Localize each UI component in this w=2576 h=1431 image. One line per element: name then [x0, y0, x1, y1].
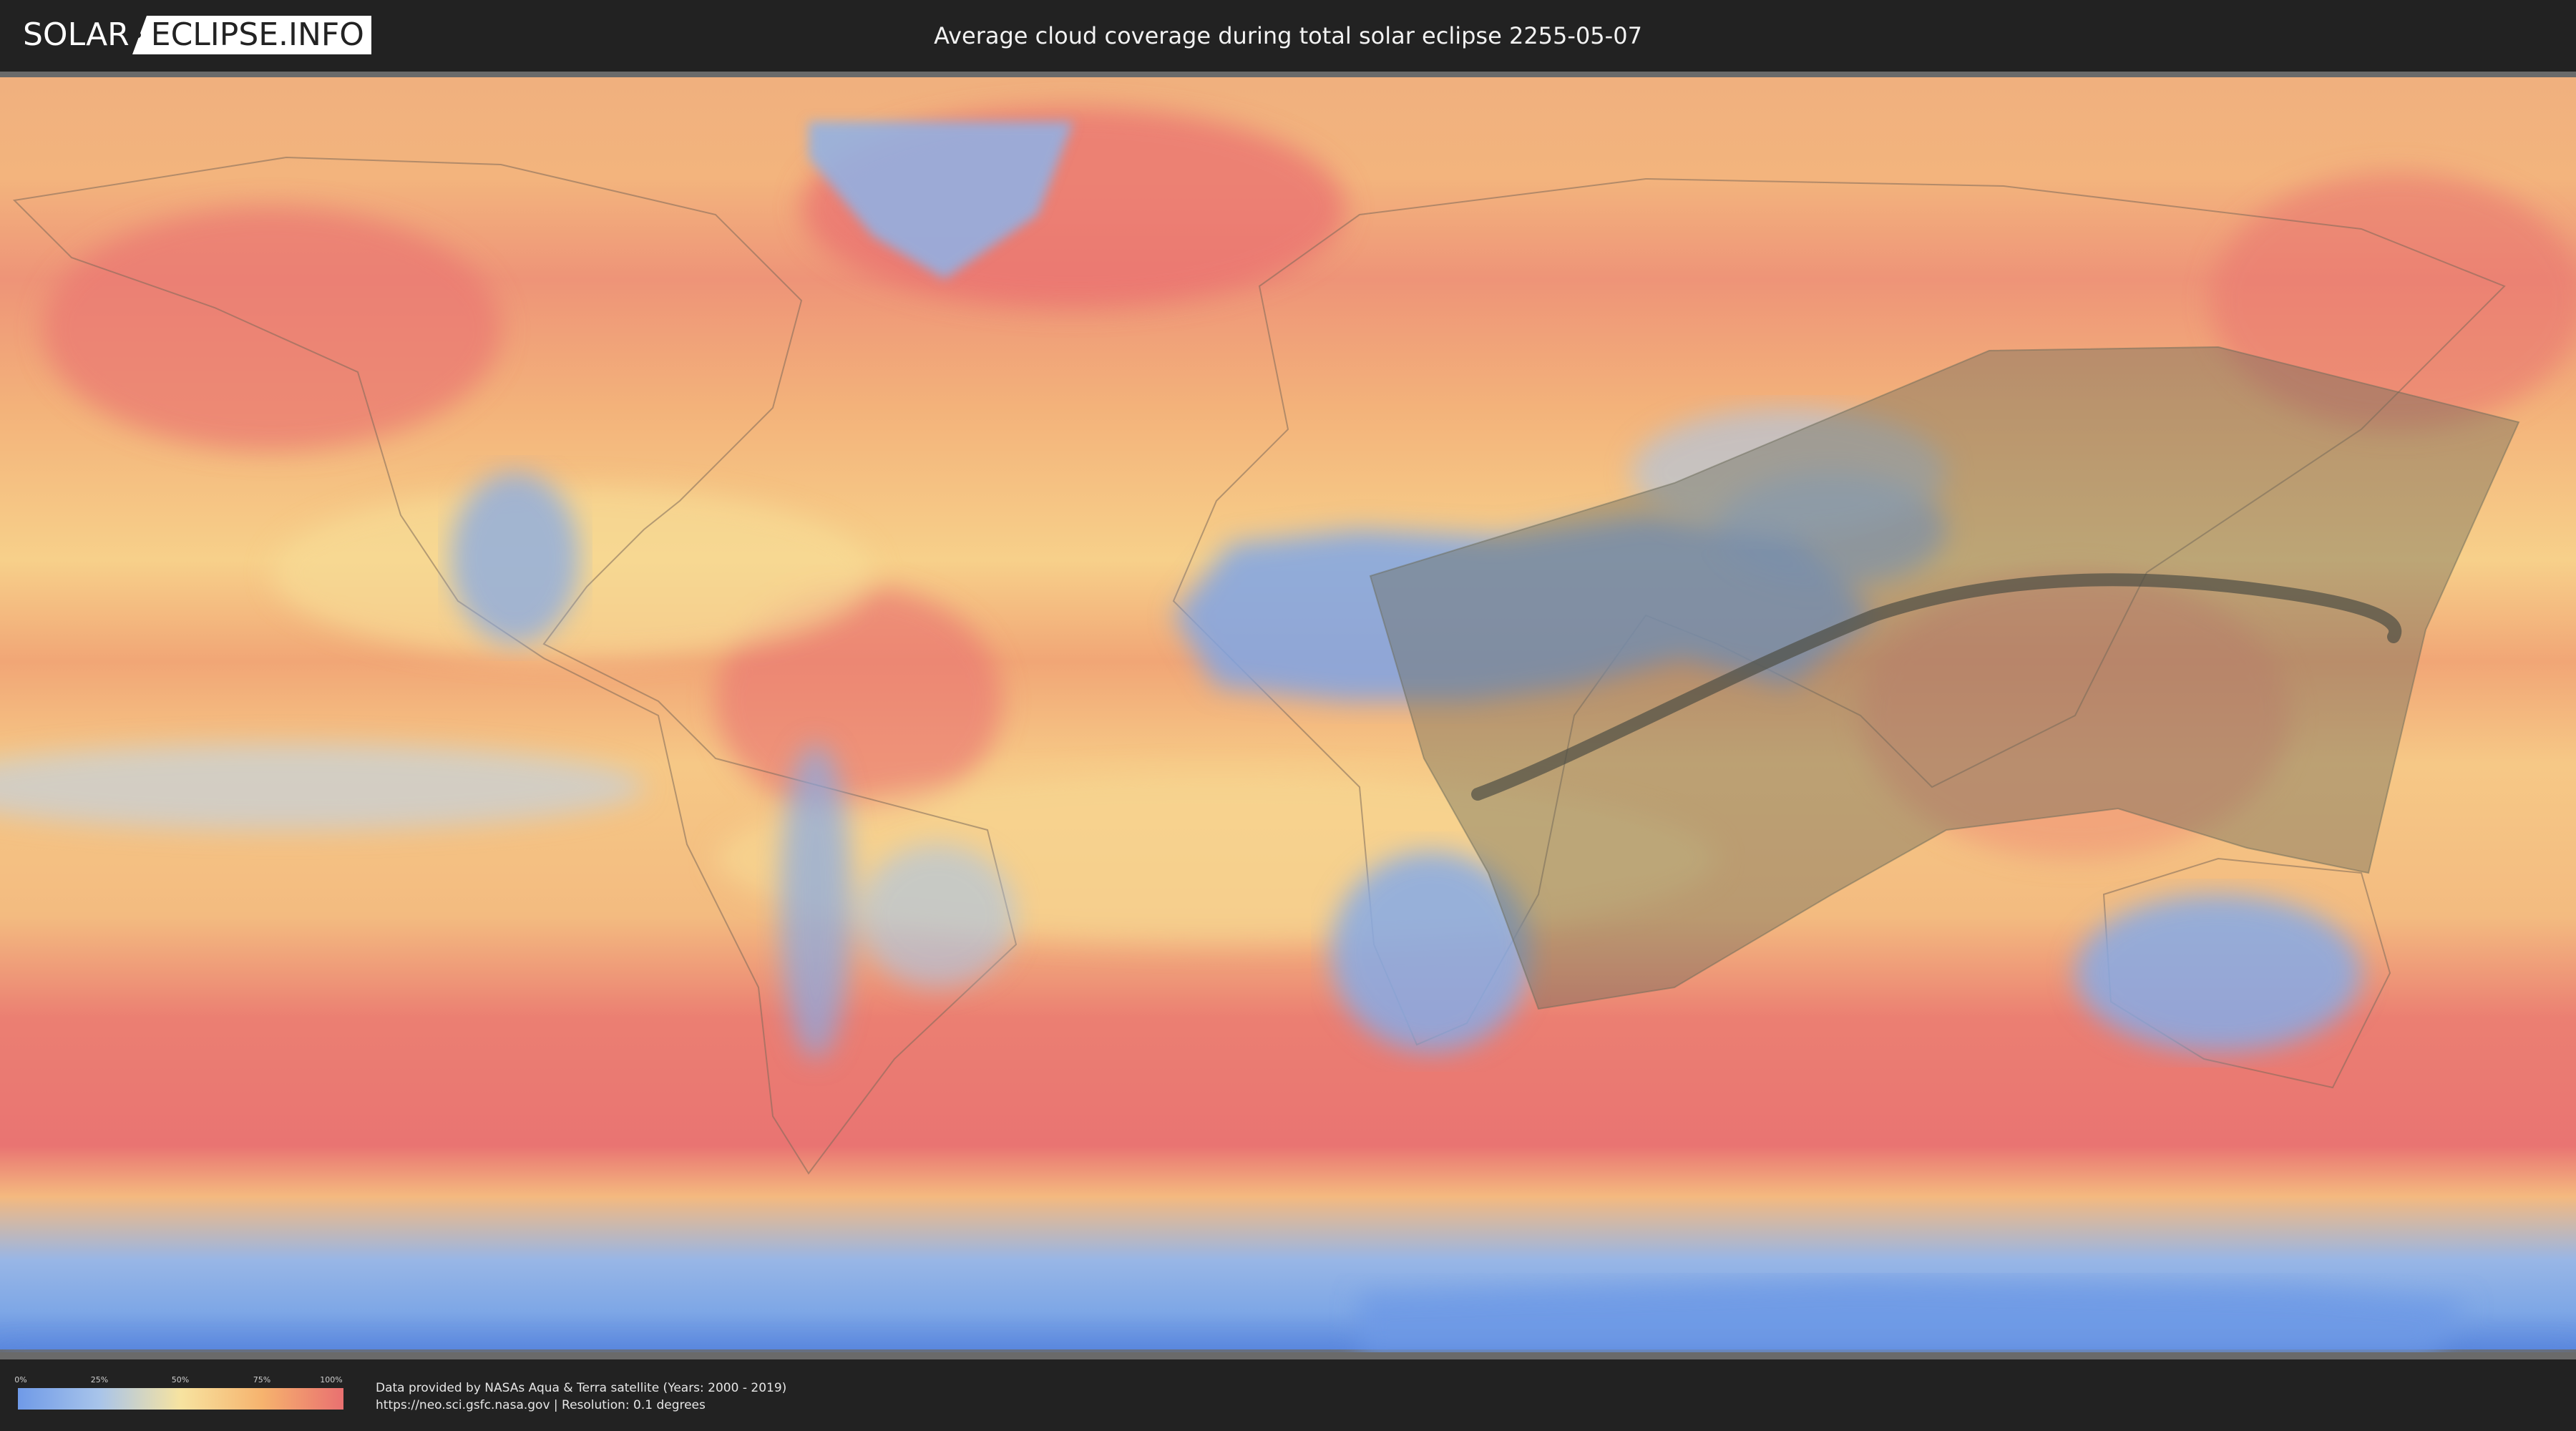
cloud-coverage-map[interactable] — [0, 72, 2576, 1359]
australia-clear — [2075, 894, 2361, 1052]
legend-tick-25: 25% — [90, 1375, 109, 1384]
legend-tick-50: 50% — [171, 1375, 190, 1384]
legend-tick-0: 0% — [14, 1375, 27, 1384]
world-map-svg — [0, 72, 2576, 1359]
mexico-clear — [451, 472, 580, 644]
legend-tick-75: 75% — [253, 1375, 271, 1384]
page-title: Average cloud coverage during total sola… — [934, 22, 1642, 49]
cloud-coverage-legend: 0% 25% 50% 75% 100% — [14, 1375, 343, 1410]
credits-source: Data provided by NASAs Aqua & Terra sate… — [376, 1381, 787, 1395]
legend-color-bar — [18, 1388, 343, 1410]
footer-bar: 0% 25% 50% 75% 100% Data provided by NAS… — [0, 1359, 2576, 1431]
data-credits: Data provided by NASAs Aqua & Terra sate… — [376, 1379, 786, 1414]
legend-ticks: 0% 25% 50% 75% 100% — [14, 1375, 343, 1388]
legend-tick-100: 100% — [320, 1375, 343, 1384]
credits-link[interactable]: https://neo.sci.gsfc.nasa.gov | Resoluti… — [376, 1397, 786, 1414]
header-bar: SOLAR ECLIPSE.INFO Average cloud coverag… — [0, 0, 2576, 72]
